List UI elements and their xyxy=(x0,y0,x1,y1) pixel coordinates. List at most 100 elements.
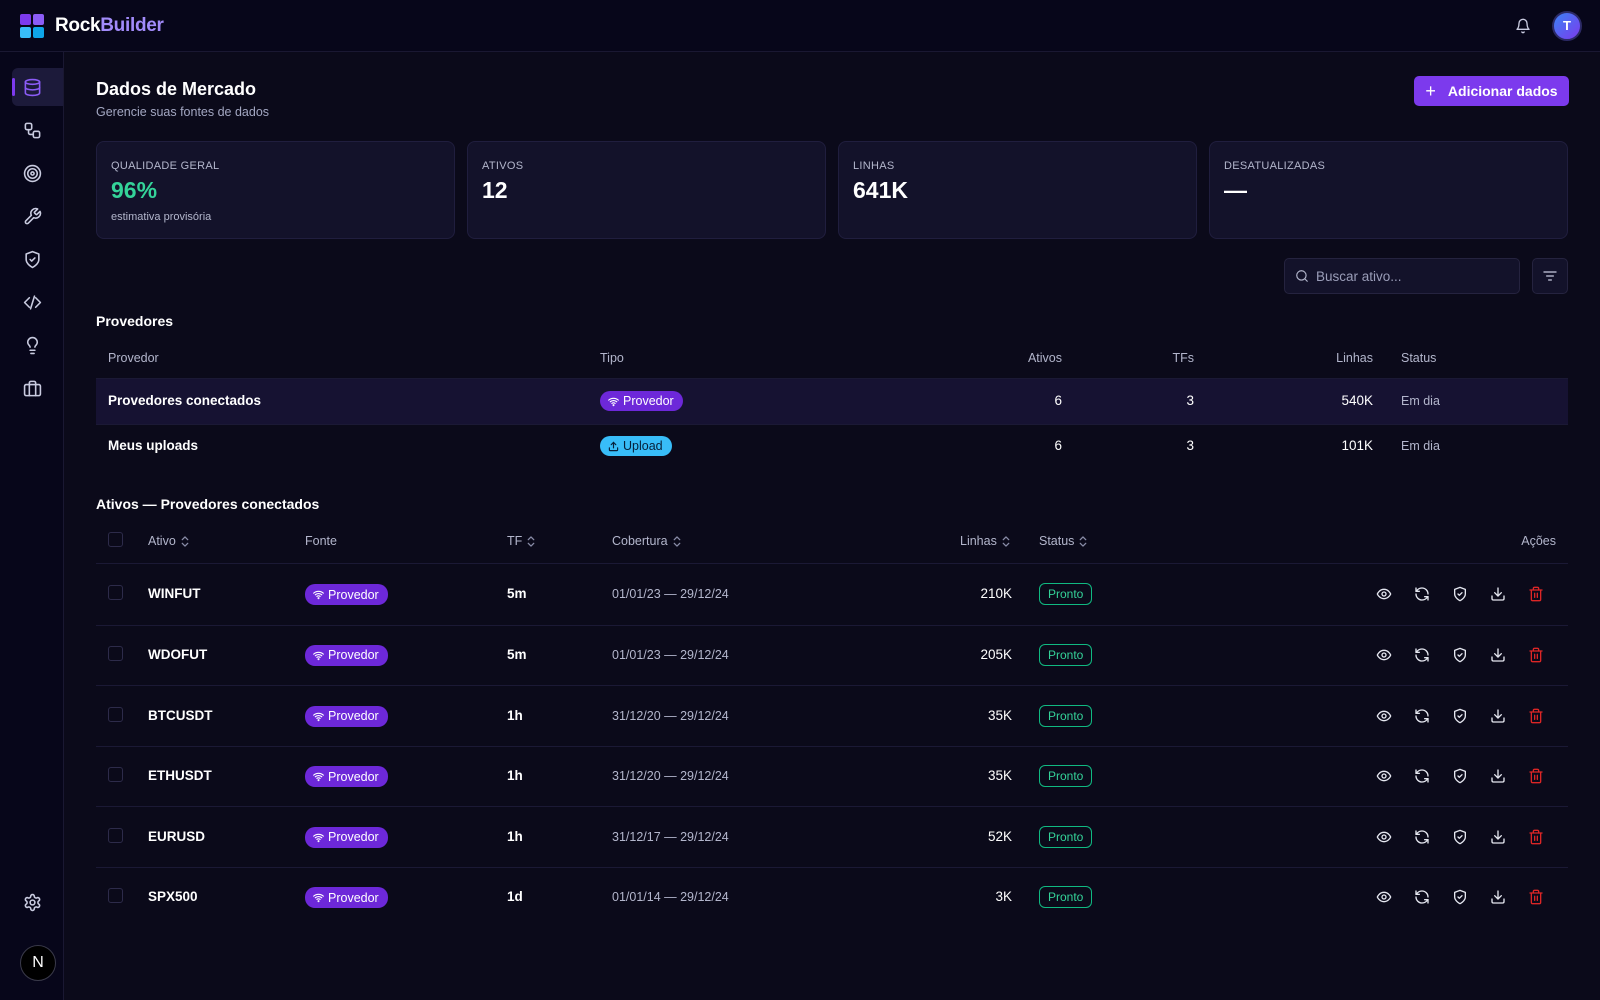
trash-icon[interactable] xyxy=(1527,585,1545,603)
provider-row[interactable]: Meus uploads Upload 6 3 101K Em dia xyxy=(96,425,1568,470)
th-provedor: Provedor xyxy=(108,351,159,365)
provider-row[interactable]: Provedores conectados Provedor 6 3 540K … xyxy=(96,379,1568,424)
stat-card-rows: LINHAS 641K xyxy=(838,141,1197,239)
download-icon[interactable] xyxy=(1489,828,1507,846)
sidebar-item-tools[interactable] xyxy=(12,197,63,235)
user-avatar[interactable]: T xyxy=(1552,10,1582,41)
provider-ativos: 6 xyxy=(1054,438,1062,453)
th-linhas[interactable]: Linhas xyxy=(960,534,1010,548)
th-cobertura[interactable]: Cobertura xyxy=(612,534,681,548)
asset-name: BTCUSDT xyxy=(148,707,213,723)
row-checkbox[interactable] xyxy=(108,706,123,722)
sidebar-item-settings[interactable] xyxy=(12,883,63,921)
providers-title: Provedores xyxy=(96,313,174,329)
sidebar-item-ideas[interactable] xyxy=(12,326,63,364)
source-label: Provedor xyxy=(328,769,379,784)
shield-check-icon[interactable] xyxy=(1451,767,1469,785)
row-checkbox[interactable] xyxy=(108,645,123,661)
filter-icon xyxy=(1543,271,1557,281)
eye-icon[interactable] xyxy=(1375,585,1393,603)
asset-tf: 5m xyxy=(507,586,527,602)
stat-value: 641K xyxy=(853,177,908,203)
n-logo-icon[interactable]: N xyxy=(20,945,56,981)
avatar-initial: T xyxy=(1563,18,1571,33)
wifi-icon xyxy=(313,832,328,843)
sort-icon xyxy=(522,534,535,548)
asset-name: ETHUSDT xyxy=(148,768,212,784)
th-acoes: Ações xyxy=(1521,534,1556,548)
refresh-icon[interactable] xyxy=(1413,585,1431,603)
sidebar-item-validation[interactable] xyxy=(12,240,63,278)
wifi-icon xyxy=(313,771,328,782)
search-input[interactable]: Buscar ativo... xyxy=(1284,258,1520,294)
row-checkbox[interactable] xyxy=(108,767,123,783)
sidebar-item-target[interactable] xyxy=(12,154,63,192)
trash-icon[interactable] xyxy=(1527,707,1545,725)
refresh-icon[interactable] xyxy=(1413,828,1431,846)
filter-button[interactable] xyxy=(1532,258,1568,294)
status-label: Pronto xyxy=(1048,769,1084,784)
row-checkbox[interactable] xyxy=(108,585,123,601)
asset-name: SPX500 xyxy=(148,889,198,905)
brand-logo[interactable]: RockBuilder xyxy=(20,13,164,38)
asset-tf: 5m xyxy=(507,646,527,662)
download-icon[interactable] xyxy=(1489,707,1507,725)
status-badge: Pronto xyxy=(1039,583,1093,606)
trash-icon[interactable] xyxy=(1527,828,1545,846)
eye-icon[interactable] xyxy=(1375,646,1393,664)
download-icon[interactable] xyxy=(1489,888,1507,906)
status-label: Pronto xyxy=(1048,890,1084,905)
row-checkbox[interactable] xyxy=(108,827,123,843)
trash-icon[interactable] xyxy=(1527,767,1545,785)
eye-icon[interactable] xyxy=(1375,707,1393,725)
row-checkbox[interactable] xyxy=(108,888,123,904)
source-label: Provedor xyxy=(328,709,379,723)
shield-check-icon[interactable] xyxy=(1451,888,1469,906)
eye-icon[interactable] xyxy=(1375,888,1393,906)
download-icon[interactable] xyxy=(1489,767,1507,785)
th-status[interactable]: Status xyxy=(1039,534,1087,548)
th-fonte-label: Fonte xyxy=(305,534,337,548)
asset-coverage: 01/01/23 — 29/12/24 xyxy=(612,587,729,602)
sidebar-item-portfolio[interactable] xyxy=(12,369,63,407)
trash-icon[interactable] xyxy=(1527,646,1545,664)
trash-icon[interactable] xyxy=(1527,888,1545,906)
th-tf[interactable]: TF xyxy=(507,534,535,548)
download-icon[interactable] xyxy=(1489,646,1507,664)
th-ativo[interactable]: Ativo xyxy=(148,534,189,548)
asset-coverage: 31/12/20 — 29/12/24 xyxy=(612,769,729,784)
status-label: Pronto xyxy=(1048,647,1084,662)
wifi-icon xyxy=(313,650,328,661)
assets-title: Ativos — Provedores conectados xyxy=(96,496,320,512)
asset-name: WDOFUT xyxy=(148,646,208,662)
source-badge: Provedor xyxy=(305,584,388,606)
sort-icon xyxy=(668,534,681,548)
shield-check-icon[interactable] xyxy=(1451,585,1469,603)
refresh-icon[interactable] xyxy=(1413,767,1431,785)
status-badge: Pronto xyxy=(1039,643,1093,666)
shield-check-icon[interactable] xyxy=(1451,707,1469,725)
refresh-icon[interactable] xyxy=(1413,707,1431,725)
refresh-icon[interactable] xyxy=(1413,888,1431,906)
bell-icon[interactable] xyxy=(1514,17,1532,35)
download-icon[interactable] xyxy=(1489,585,1507,603)
search-icon xyxy=(1296,270,1308,282)
sidebar-item-data[interactable] xyxy=(12,68,63,106)
refresh-icon[interactable] xyxy=(1413,646,1431,664)
source-badge: Provedor xyxy=(305,705,388,727)
th-tfs: TFs xyxy=(1172,351,1194,365)
select-all-checkbox[interactable] xyxy=(108,532,123,547)
shield-check-icon[interactable] xyxy=(1451,646,1469,664)
status-badge: Pronto xyxy=(1039,765,1093,788)
status-label: Pronto xyxy=(1048,829,1084,844)
n-logo-letter: N xyxy=(32,954,44,971)
asset-coverage: 31/12/17 — 29/12/24 xyxy=(612,829,729,844)
sidebar-item-code[interactable] xyxy=(12,283,63,321)
top-bar: RockBuilder T xyxy=(0,0,1600,52)
eye-icon[interactable] xyxy=(1375,767,1393,785)
code-icon xyxy=(23,294,41,310)
sidebar-item-workflow[interactable] xyxy=(12,111,63,149)
eye-icon[interactable] xyxy=(1375,828,1393,846)
add-data-button[interactable]: + Adicionar dados xyxy=(1414,76,1569,106)
shield-check-icon[interactable] xyxy=(1451,828,1469,846)
